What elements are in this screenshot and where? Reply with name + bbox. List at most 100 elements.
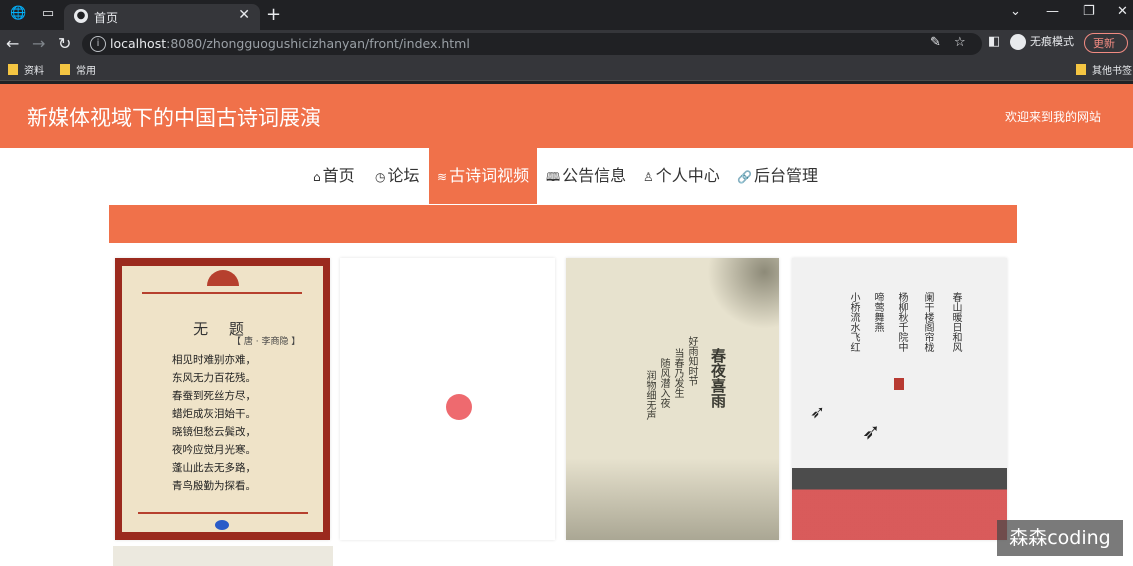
clock-icon: ◷ <box>375 170 386 184</box>
url-text[interactable]: localhost:8080/zhongguogushicizhanyan/fr… <box>110 36 470 51</box>
video-card-poem-spring[interactable]: 春山暖日和风 阑干楼阁帘栊 杨柳秋千院中 啼莺舞燕 小桥流水飞红 ➶ ➶ <box>792 258 1007 540</box>
incognito-icon <box>1010 34 1026 50</box>
swallow-icon: ➶ <box>810 402 826 423</box>
browser-toolbar: ← → ↻ i localhost:8080/zhongguogushicizh… <box>0 30 1133 70</box>
poem-line: 东风无力百花残。 <box>172 372 256 384</box>
section-banner <box>109 205 1017 243</box>
watermark: 森森coding <box>997 520 1123 556</box>
seal-stamp-icon <box>894 378 904 390</box>
url-host: localhost <box>110 36 167 51</box>
tab-close-icon[interactable]: ✕ <box>238 7 250 23</box>
nav-item-profile[interactable]: ♙ 个人中心 <box>643 148 720 204</box>
nav-item-home[interactable]: ⌂ 首页 <box>313 148 355 204</box>
poem-line: 晓镜但愁云鬓改， <box>172 426 256 438</box>
poem-column: 阑干楼阁帘栊 <box>922 292 933 352</box>
poem-column: 好雨知时节 <box>686 336 697 386</box>
nav-item-admin[interactable]: 🔗 后台管理 <box>737 148 818 204</box>
poem-column: 润物细无声 <box>644 370 655 420</box>
browser-chrome: 🌐 ▭ ● 首页 ✕ + ⌄ — ❐ ✕ ← → ↻ i localhost:8… <box>0 0 1133 84</box>
divider <box>142 292 302 294</box>
bookmark-folder-ziliao[interactable]: 资料 <box>8 62 44 77</box>
poem-line: 相见时难别亦难， <box>172 354 256 366</box>
window-icon[interactable]: ▭ <box>40 6 56 22</box>
video-card-poem-chunye[interactable]: 春夜喜雨 好雨知时节 当春乃发生 随风潜入夜 润物细无声 <box>566 258 779 540</box>
home-icon: ⌂ <box>313 170 321 184</box>
poem-line: 青鸟殷勤为探看。 <box>172 480 256 492</box>
bookmark-label: 资料 <box>24 66 44 77</box>
video-overlay-image <box>792 468 1007 540</box>
reload-icon[interactable]: ↻ <box>58 34 71 53</box>
browser-tab[interactable]: ● 首页 ✕ <box>64 4 260 30</box>
poster-image: 无 题 【 唐 · 李商隐 】 相见时难别亦难， 东风无力百花残。 春蚕到死丝方… <box>122 266 323 532</box>
new-tab-icon[interactable]: + <box>266 4 281 25</box>
fan-ornament-icon <box>207 270 239 286</box>
tab-title: 首页 <box>94 11 119 25</box>
tab-strip: 🌐 ▭ ● 首页 ✕ + ⌄ — ❐ ✕ <box>0 0 1133 30</box>
nav-item-poetry-video[interactable]: ≋ 古诗词视频 <box>429 148 538 204</box>
poem-column: 啼莺舞燕 <box>872 292 883 332</box>
bookmark-label: 常用 <box>76 66 96 77</box>
bookmark-label: 其他书签 <box>1092 66 1132 77</box>
nav-label: 公告信息 <box>562 166 627 185</box>
restore-icon[interactable]: ❐ <box>1083 4 1095 19</box>
bookmark-folder-changyong[interactable]: 常用 <box>60 62 96 77</box>
welcome-text: 欢迎来到我的网站 <box>1005 110 1102 124</box>
swallow-icon: ➶ <box>862 420 881 445</box>
incognito-label: 无痕模式 <box>1030 35 1074 48</box>
poem-column: 杨柳秋千院中 <box>896 292 907 352</box>
update-button[interactable]: 更新 ⋮ <box>1084 33 1128 70</box>
logo-icon <box>215 520 229 530</box>
minimize-icon[interactable]: — <box>1046 4 1059 19</box>
nav-label: 首页 <box>322 166 355 185</box>
nav-label: 个人中心 <box>655 166 720 185</box>
poem-column: 春山暖日和风 <box>950 292 961 352</box>
poem-title: 春夜喜雨 <box>709 348 727 408</box>
tab-search-icon[interactable]: ⌄ <box>1010 4 1021 19</box>
update-label: 更新 <box>1093 37 1115 50</box>
tab-favicon-icon: ● <box>74 9 88 23</box>
bookmark-folder-other[interactable]: 其他书签 <box>1076 62 1132 77</box>
forward-icon[interactable]: → <box>32 34 45 53</box>
sidepanel-icon[interactable]: ◧ <box>988 34 1000 49</box>
main-nav: ⌂ 首页 ◷ 论坛 ≋ 古诗词视频 🕮 公告信息 ♙ 个人中心 🔗 后台管理 <box>0 148 1133 204</box>
nav-item-announcements[interactable]: 🕮 公告信息 <box>546 148 626 204</box>
video-card-partial[interactable] <box>113 546 333 566</box>
nav-label: 古诗词视频 <box>449 166 530 185</box>
link-icon: 🔗 <box>737 170 752 184</box>
site-title: 新媒体视域下的中国古诗词展演 <box>27 106 321 130</box>
nav-item-forum[interactable]: ◷ 论坛 <box>375 148 420 204</box>
incognito-indicator[interactable]: 无痕模式 <box>1010 33 1074 50</box>
ink-landscape-image <box>566 458 779 540</box>
poem-column: 当春乃发生 <box>672 348 683 398</box>
address-bar[interactable]: i localhost:8080/zhongguogushicizhanyan/… <box>82 33 982 55</box>
bookmark-star-icon[interactable]: ☆ <box>954 35 966 50</box>
site-header: 新媒体视域下的中国古诗词展演 欢迎来到我的网站 <box>0 84 1133 148</box>
layers-icon: ≋ <box>437 170 448 184</box>
nav-label: 后台管理 <box>753 166 818 185</box>
poem-line: 夜吟应觉月光寒。 <box>172 444 256 456</box>
folder-icon <box>60 64 70 75</box>
video-card-poem-wuti[interactable]: 无 题 【 唐 · 李商隐 】 相见时难别亦难， 东风无力百花残。 春蚕到死丝方… <box>115 258 330 540</box>
poem-column: 随风潜入夜 <box>658 358 669 408</box>
bookmarks-bar: 资料 常用 其他书签 <box>0 58 1133 81</box>
book-icon: 🕮 <box>546 170 561 184</box>
url-path: :8080/zhongguogushicizhanyan/front/index… <box>166 36 470 51</box>
poem-author: 【 唐 · 李商隐 】 <box>232 337 301 347</box>
window-close-icon[interactable]: ✕ <box>1117 4 1128 19</box>
folder-icon <box>8 64 18 75</box>
nav-label: 论坛 <box>387 166 420 185</box>
divider <box>138 512 308 514</box>
info-icon[interactable]: i <box>90 36 106 52</box>
video-card-loading[interactable] <box>340 258 555 540</box>
cursor-highlight-icon <box>446 394 472 420</box>
globe-icon[interactable]: 🌐 <box>10 6 26 22</box>
folder-icon <box>1076 64 1086 75</box>
poem-column: 小桥流水飞红 <box>848 292 859 352</box>
poem-line: 蓬山此去无多路， <box>172 462 256 474</box>
back-icon[interactable]: ← <box>6 34 19 53</box>
ink-branch-image <box>706 258 779 328</box>
blocked-popup-icon[interactable]: ✎ <box>930 35 941 50</box>
poem-line: 春蚕到死丝方尽， <box>172 390 256 402</box>
user-icon: ♙ <box>643 170 654 184</box>
poem-line: 蜡炬成灰泪始干。 <box>172 408 256 420</box>
